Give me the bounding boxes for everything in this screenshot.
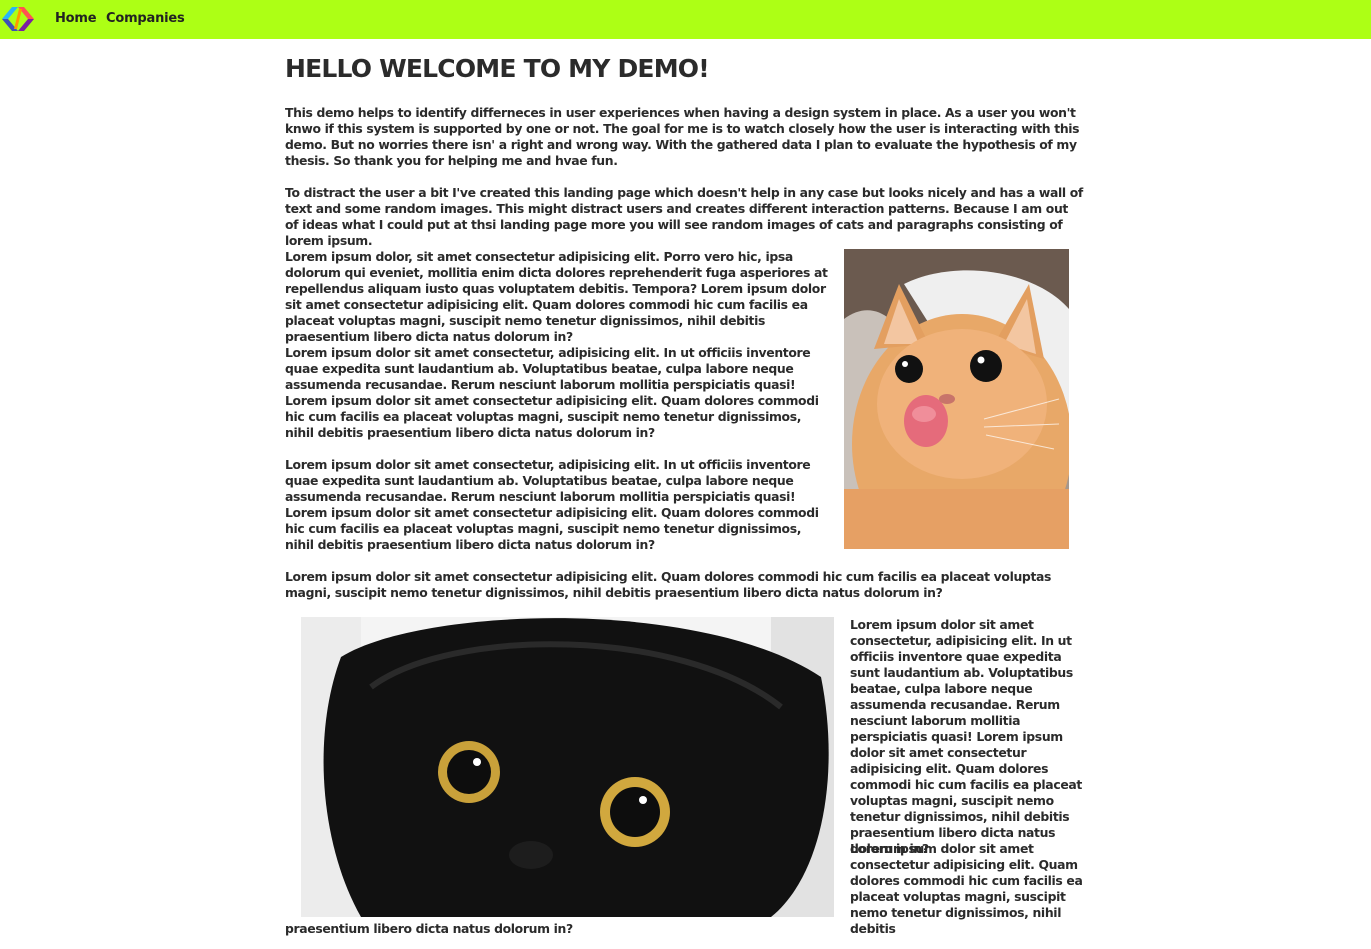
- lorem-paragraph-2: Lorem ipsum dolor sit amet consectetur, …: [285, 345, 819, 440]
- orange-cat-licking-image: [844, 249, 1069, 549]
- intro-paragraph-1: This demo helps to identify differneces …: [285, 105, 1080, 168]
- page-title: HELLO WELCOME TO MY DEMO!: [285, 54, 710, 83]
- black-cat-closeup-image: [301, 617, 834, 917]
- top-navbar: Home Companies: [0, 0, 1371, 39]
- lorem-paragraph-6: Lorem ipsum dolor sit amet consectetur a…: [850, 841, 1083, 936]
- nav-companies-link[interactable]: Companies: [106, 11, 185, 26]
- lorem-paragraph-6-tail: praesentium libero dicta natus dolorum i…: [285, 921, 573, 936]
- lorem-paragraph-1: Lorem ipsum dolor, sit amet consectetur …: [285, 249, 828, 344]
- lorem-paragraph-5: Lorem ipsum dolor sit amet consectetur, …: [850, 617, 1082, 856]
- nav-home-link[interactable]: Home: [55, 11, 97, 26]
- lorem-paragraph-3: Lorem ipsum dolor sit amet consectetur, …: [285, 457, 819, 552]
- intro-paragraph-2: To distract the user a bit I've created …: [285, 185, 1083, 248]
- multicolor-chevrons-logo-icon[interactable]: [2, 6, 34, 32]
- lorem-paragraph-4: Lorem ipsum dolor sit amet consectetur a…: [285, 569, 1052, 600]
